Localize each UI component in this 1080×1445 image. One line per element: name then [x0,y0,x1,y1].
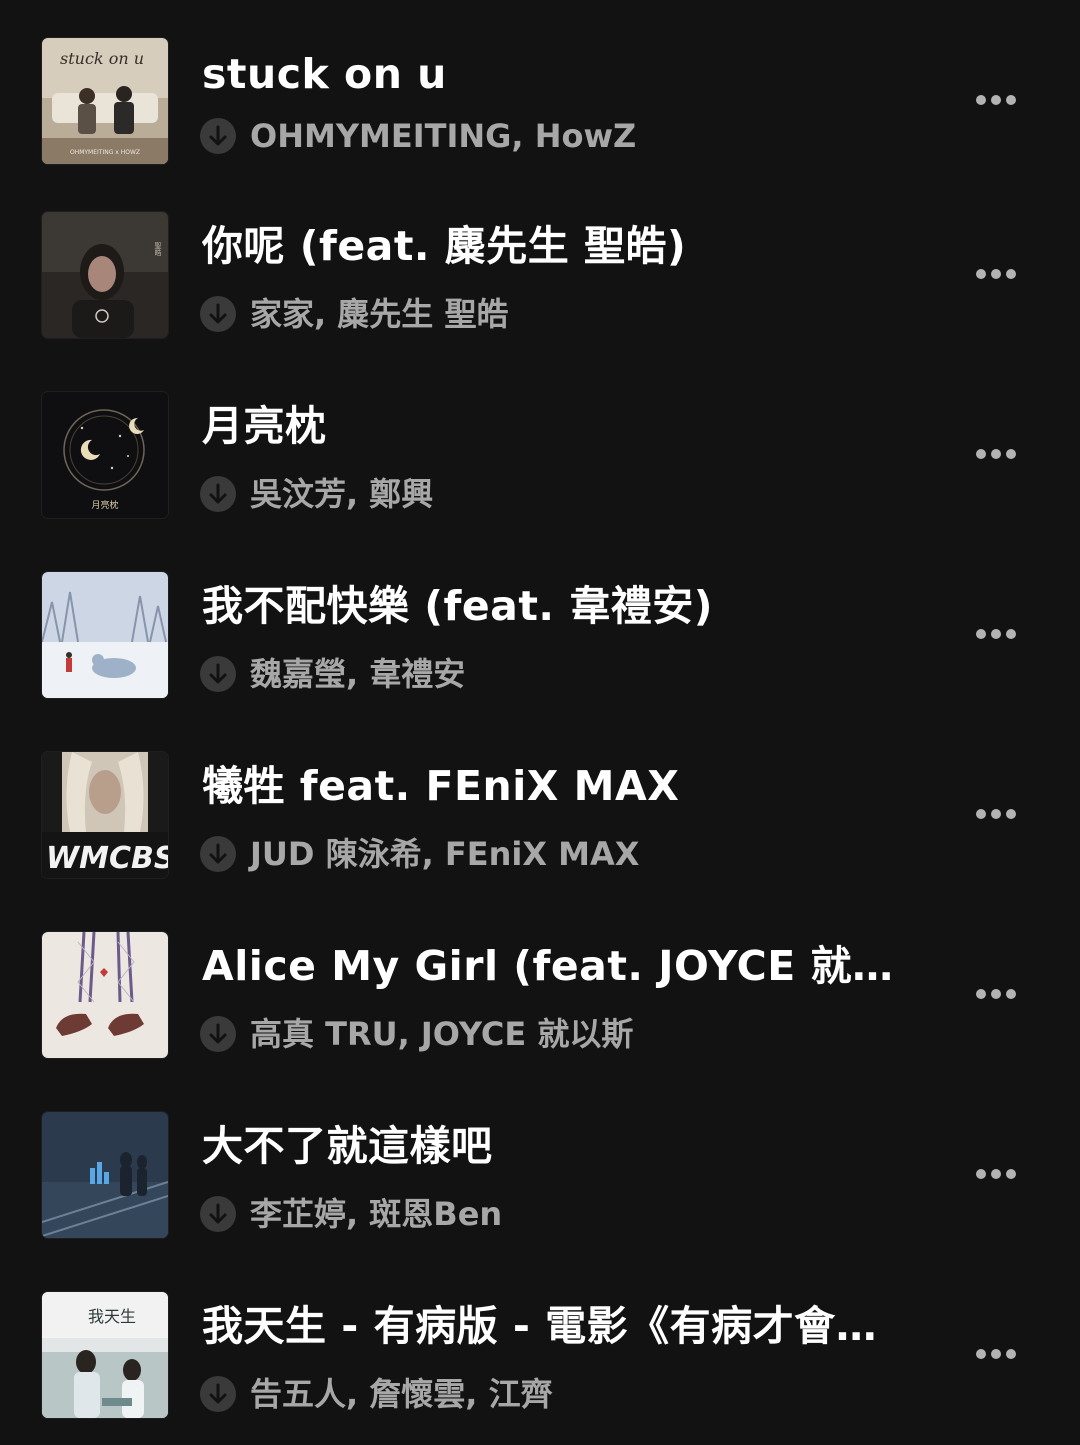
album-cover: stuck on u OHMYMEITING x HOWZ [42,38,168,164]
more-horizontal-icon [976,269,986,279]
cover-text: stuck on u [60,49,144,68]
download-arrow-circle-icon [200,1376,236,1412]
track-list: stuck on u OHMYMEITING x HOWZ stuck on u… [0,0,1080,1445]
more-horizontal-icon [976,629,986,639]
cover-text: 我天生 [88,1307,136,1326]
more-horizontal-icon [976,449,986,459]
track-row[interactable]: 我天生 我天生 - 有病版 - 電影《有病才會… 告五人, 詹懷雲, 江齊 [0,1264,1080,1444]
more-horizontal-icon [976,809,986,819]
album-cover [42,1112,168,1238]
track-artists: 告五人, 詹懷雲, 江齊 [250,1375,553,1413]
more-horizontal-icon [976,989,986,999]
download-arrow-circle-icon [200,1196,236,1232]
track-row[interactable]: 月亮枕 月亮枕 吳汶芳, 鄭興 [0,364,1080,544]
track-subtitle: 高真 TRU, JOYCE 就以斯 [200,1012,920,1056]
track-title[interactable]: Alice My Girl (feat. JOYCE 就以… [202,938,922,994]
track-artists: OHMYMEITING, HowZ [250,117,637,155]
track-row[interactable]: 大不了就這樣吧 李芷婷, 斑恩Ben [0,1084,1080,1264]
track-title[interactable]: 我天生 - 有病版 - 電影《有病才會… [202,1298,922,1354]
track-row[interactable]: 聖皓 你呢 (feat. 麋先生 聖皓) 家家, 麋先生 聖皓 [0,184,1080,364]
track-artists: 李芷婷, 斑恩Ben [250,1195,503,1233]
download-arrow-circle-icon [200,476,236,512]
track-title[interactable]: stuck on u [202,46,922,102]
track-subtitle: 吳汶芳, 鄭興 [200,472,920,516]
album-cover: 月亮枕 [42,392,168,518]
svg-text:聖皓: 聖皓 [154,242,162,257]
album-cover: 聖皓 [42,212,168,338]
track-artists: 吳汶芳, 鄭興 [250,475,434,513]
more-options-button[interactable] [968,1162,1024,1186]
album-cover [42,932,168,1058]
more-options-button[interactable] [968,442,1024,466]
track-row[interactable]: 我不配快樂 (feat. 韋禮安) 魏嘉瑩, 韋禮安 [0,544,1080,724]
more-horizontal-icon [976,95,986,105]
more-horizontal-icon [976,1349,986,1359]
download-arrow-circle-icon [200,296,236,332]
track-title[interactable]: 月亮枕 [202,398,922,454]
more-options-button[interactable] [968,262,1024,286]
download-arrow-circle-icon [200,118,236,154]
more-options-button[interactable] [968,1342,1024,1366]
track-artists: JUD 陳泳希, FEniX MAX [250,835,640,873]
track-artists: 家家, 麋先生 聖皓 [250,295,509,333]
track-subtitle: 家家, 麋先生 聖皓 [200,292,920,336]
album-cover: WMCBS [42,752,168,878]
track-title[interactable]: 大不了就這樣吧 [202,1118,922,1174]
track-artists: 高真 TRU, JOYCE 就以斯 [250,1015,634,1053]
track-row[interactable]: WMCBS 犧牲 feat. FEniX MAX JUD 陳泳希, FEniX … [0,724,1080,904]
track-subtitle: 李芷婷, 斑恩Ben [200,1192,920,1236]
download-arrow-circle-icon [200,1016,236,1052]
download-arrow-circle-icon [200,656,236,692]
album-cover: 我天生 [42,1292,168,1418]
track-row[interactable]: Alice My Girl (feat. JOYCE 就以… 高真 TRU, J… [0,904,1080,1084]
cover-text: WMCBS [46,841,168,876]
album-cover [42,572,168,698]
track-subtitle: 告五人, 詹懷雲, 江齊 [200,1372,920,1416]
more-horizontal-icon [976,1169,986,1179]
track-subtitle: JUD 陳泳希, FEniX MAX [200,832,920,876]
more-options-button[interactable] [968,982,1024,1006]
more-options-button[interactable] [968,88,1024,112]
track-title[interactable]: 我不配快樂 (feat. 韋禮安) [202,578,922,634]
more-options-button[interactable] [968,622,1024,646]
track-subtitle: OHMYMEITING, HowZ [200,114,920,158]
cover-subtext: OHMYMEITING x HOWZ [70,149,140,156]
cover-text: 月亮枕 [91,499,118,511]
track-title[interactable]: 你呢 (feat. 麋先生 聖皓) [202,218,922,274]
download-arrow-circle-icon [200,836,236,872]
more-options-button[interactable] [968,802,1024,826]
track-title[interactable]: 犧牲 feat. FEniX MAX [202,758,922,814]
track-row[interactable]: stuck on u OHMYMEITING x HOWZ stuck on u… [0,10,1080,190]
track-artists: 魏嘉瑩, 韋禮安 [250,655,466,693]
track-subtitle: 魏嘉瑩, 韋禮安 [200,652,920,696]
